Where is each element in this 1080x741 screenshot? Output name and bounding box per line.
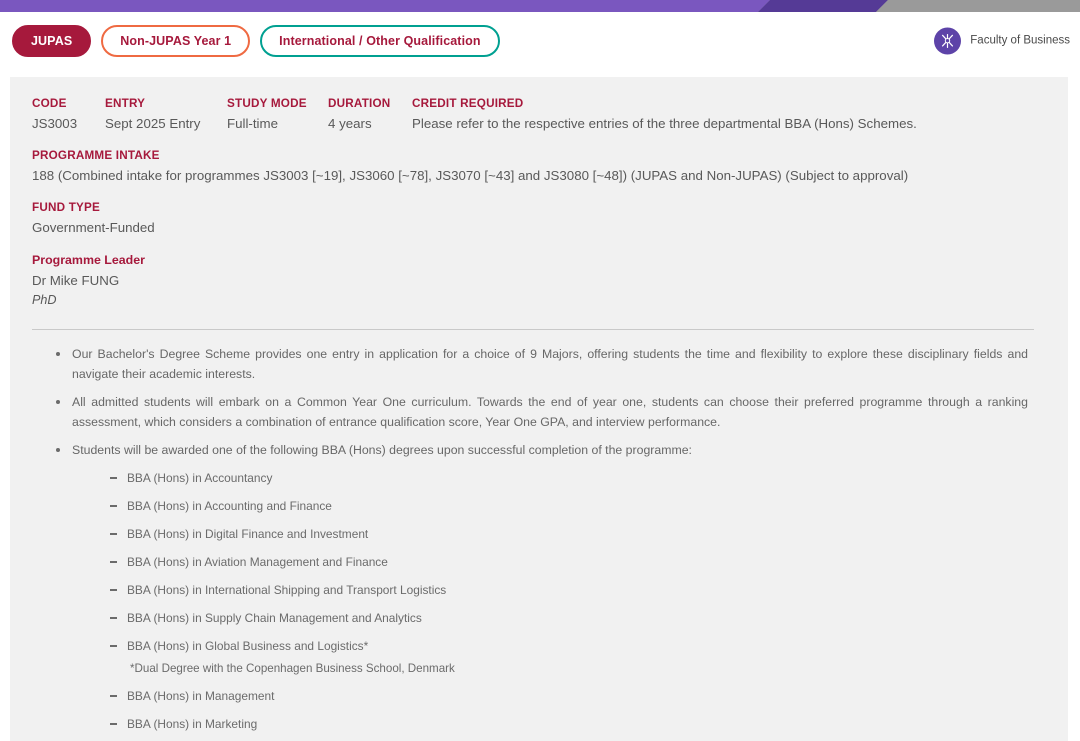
fact-fund-type: FUND TYPE Government-Funded bbox=[32, 199, 1046, 238]
fact-programme-intake: PROGRAMME INTAKE 188 (Combined intake fo… bbox=[32, 147, 1046, 186]
tab-non-jupas-year-1-label: Non-JUPAS Year 1 bbox=[120, 33, 232, 48]
degree-name: BBA (Hons) in Supply Chain Management an… bbox=[127, 611, 422, 625]
tab-jupas[interactable]: JUPAS bbox=[12, 24, 92, 57]
programme-details-panel: CODE JS3003 ENTRY Sept 2025 Entry STUDY … bbox=[10, 77, 1068, 741]
tab-international-other-qualification[interactable]: International / Other Qualification bbox=[260, 24, 500, 57]
list-item: BBA (Hons) in Accounting and Finance bbox=[110, 497, 1028, 516]
fact-study-mode: STUDY MODE Full-time bbox=[227, 95, 328, 134]
degree-name: BBA (Hons) in Accounting and Finance bbox=[127, 499, 332, 513]
degree-name: BBA (Hons) in Marketing bbox=[127, 717, 258, 731]
topbar-light-purple-segment bbox=[0, 0, 770, 12]
list-item: Our Bachelor's Degree Scheme provides on… bbox=[50, 344, 1028, 384]
fact-entry: ENTRY Sept 2025 Entry bbox=[105, 95, 227, 134]
tab-jupas-label: JUPAS bbox=[31, 33, 73, 48]
tab-international-other-qualification-label: International / Other Qualification bbox=[279, 33, 481, 48]
tab-non-jupas-year-1[interactable]: Non-JUPAS Year 1 bbox=[101, 24, 251, 57]
fact-code-value: JS3003 bbox=[32, 116, 78, 131]
list-item: All admitted students will embark on a C… bbox=[50, 392, 1028, 432]
degree-name: BBA (Hons) in Management bbox=[127, 689, 275, 703]
list-item: BBA (Hons) in Aviation Management and Fi… bbox=[110, 553, 1028, 572]
programme-leader-name: Dr Mike FUNG bbox=[32, 273, 120, 288]
bullet-text: All admitted students will embark on a C… bbox=[72, 395, 1028, 429]
degree-award-list: BBA (Hons) in Accountancy BBA (Hons) in … bbox=[72, 469, 1028, 734]
degree-name: BBA (Hons) in International Shipping and… bbox=[127, 583, 447, 597]
programme-description-list: Our Bachelor's Degree Scheme provides on… bbox=[32, 344, 1046, 734]
fact-fund-type-value: Government-Funded bbox=[32, 220, 155, 235]
degree-name: BBA (Hons) in Global Business and Logist… bbox=[127, 639, 369, 653]
topbar-dark-purple-segment bbox=[758, 0, 888, 12]
fact-programme-intake-value: 188 (Combined intake for programmes JS30… bbox=[32, 168, 909, 183]
degree-footnote: *Dual Degree with the Copenhagen Busines… bbox=[130, 662, 455, 675]
fact-code-label: CODE bbox=[32, 97, 67, 110]
section-divider bbox=[32, 329, 1034, 330]
faculty-label: Faculty of Business bbox=[970, 34, 1070, 47]
fact-duration-label: DURATION bbox=[328, 97, 391, 110]
list-item: Students will be awarded one of the foll… bbox=[50, 440, 1028, 734]
programme-leader-label: Programme Leader bbox=[32, 253, 145, 267]
fact-code: CODE JS3003 bbox=[32, 95, 105, 134]
fact-credit-required-value: Please refer to the respective entries o… bbox=[412, 116, 917, 131]
list-item: BBA (Hons) in Global Business and Logist… bbox=[110, 637, 1028, 678]
list-item: BBA (Hons) in Supply Chain Management an… bbox=[110, 609, 1028, 628]
list-item: BBA (Hons) in Digital Finance and Invest… bbox=[110, 525, 1028, 544]
fact-entry-value: Sept 2025 Entry bbox=[105, 116, 201, 131]
decorative-top-bar bbox=[0, 0, 1080, 12]
list-item: BBA (Hons) in Management bbox=[110, 687, 1028, 706]
fact-fund-type-label: FUND TYPE bbox=[32, 201, 101, 214]
topbar-gray-segment bbox=[876, 0, 1080, 12]
fact-credit-required-label: CREDIT REQUIRED bbox=[412, 97, 524, 110]
faculty-identifier[interactable]: Faculty of Business bbox=[934, 27, 1070, 54]
bullet-text: Our Bachelor's Degree Scheme provides on… bbox=[72, 347, 1028, 381]
list-item: BBA (Hons) in Marketing bbox=[110, 715, 1028, 734]
degree-name: BBA (Hons) in Accountancy bbox=[127, 471, 273, 485]
faculty-crest-icon bbox=[934, 27, 962, 54]
fact-duration-value: 4 years bbox=[328, 116, 372, 131]
programme-fact-row: CODE JS3003 ENTRY Sept 2025 Entry STUDY … bbox=[32, 95, 1046, 134]
degree-name: BBA (Hons) in Aviation Management and Fi… bbox=[127, 555, 388, 569]
bullet-text: Students will be awarded one of the foll… bbox=[72, 443, 692, 457]
admission-route-tab-bar: JUPAS Non-JUPAS Year 1 International / O… bbox=[0, 12, 1080, 69]
list-item: BBA (Hons) in International Shipping and… bbox=[110, 581, 1028, 600]
degree-name: BBA (Hons) in Digital Finance and Invest… bbox=[127, 527, 369, 541]
fact-duration: DURATION 4 years bbox=[328, 95, 412, 134]
programme-leader-degree: PhD bbox=[32, 293, 57, 307]
fact-study-mode-value: Full-time bbox=[227, 116, 278, 131]
fact-credit-required: CREDIT REQUIRED Please refer to the resp… bbox=[412, 95, 1046, 134]
list-item: BBA (Hons) in Accountancy bbox=[110, 469, 1028, 488]
fact-programme-intake-label: PROGRAMME INTAKE bbox=[32, 149, 160, 162]
programme-leader: Programme Leader Dr Mike FUNG PhD bbox=[32, 251, 1046, 310]
fact-study-mode-label: STUDY MODE bbox=[227, 97, 307, 110]
fact-entry-label: ENTRY bbox=[105, 97, 146, 110]
